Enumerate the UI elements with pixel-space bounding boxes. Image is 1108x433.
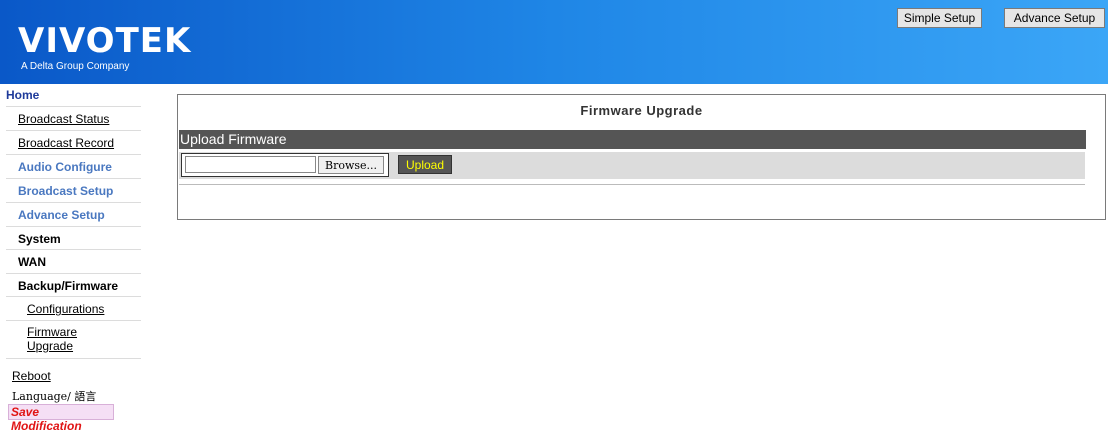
sidebar-home[interactable]: Home [6,88,39,102]
vivotek-logo: VIVOTEK A Delta Group Company [18,24,191,72]
divider [6,130,141,131]
sidebar-item-broadcast-status[interactable]: Broadcast Status [18,112,109,126]
sidebar-item-audio-configure[interactable]: Audio Configure [18,160,112,174]
file-chooser: Browse... [181,153,389,177]
logo-subtitle: A Delta Group Company [21,61,130,72]
save-modification-button[interactable]: Save Modification [8,404,114,433]
advance-setup-button[interactable]: Advance Setup [1004,8,1105,28]
divider [6,226,141,227]
language-link[interactable]: Language/ 語言 [12,388,96,404]
simple-setup-button[interactable]: Simple Setup [897,8,982,28]
header-banner: VIVOTEK A Delta Group Company Simple Set… [0,0,1108,84]
sidebar-item-backup-firmware[interactable]: Backup/Firmware [18,279,118,293]
divider [6,320,141,321]
divider [6,358,141,359]
divider [6,178,141,179]
upload-row: Browse... Upload [179,152,1085,179]
divider [6,273,141,274]
divider [6,106,141,107]
divider [6,296,141,297]
reboot-link[interactable]: Reboot [12,369,51,383]
divider [6,202,141,203]
page-title: Firmware Upgrade [580,103,703,118]
browse-button[interactable]: Browse... [318,156,384,174]
file-path-input[interactable] [185,156,316,173]
divider [179,184,1085,185]
divider [6,249,141,250]
divider [6,154,141,155]
sidebar-item-system[interactable]: System [18,232,61,246]
sidebar-item-configurations[interactable]: Configurations [27,302,104,316]
logo-text: VIVOTEK [18,21,192,61]
section-header-upload-firmware: Upload Firmware [179,130,1086,149]
sidebar-item-advance-setup[interactable]: Advance Setup [18,208,105,222]
sidebar-item-broadcast-record[interactable]: Broadcast Record [18,136,114,150]
firmware-upgrade-panel: Firmware Upgrade Upload Firmware Browse.… [177,94,1106,220]
sidebar-item-broadcast-setup[interactable]: Broadcast Setup [18,184,113,198]
sidebar-item-firmware-upgrade[interactable]: Firmware Upgrade [27,325,87,353]
sidebar-item-wan[interactable]: WAN [18,255,46,269]
upload-button[interactable]: Upload [398,155,452,174]
